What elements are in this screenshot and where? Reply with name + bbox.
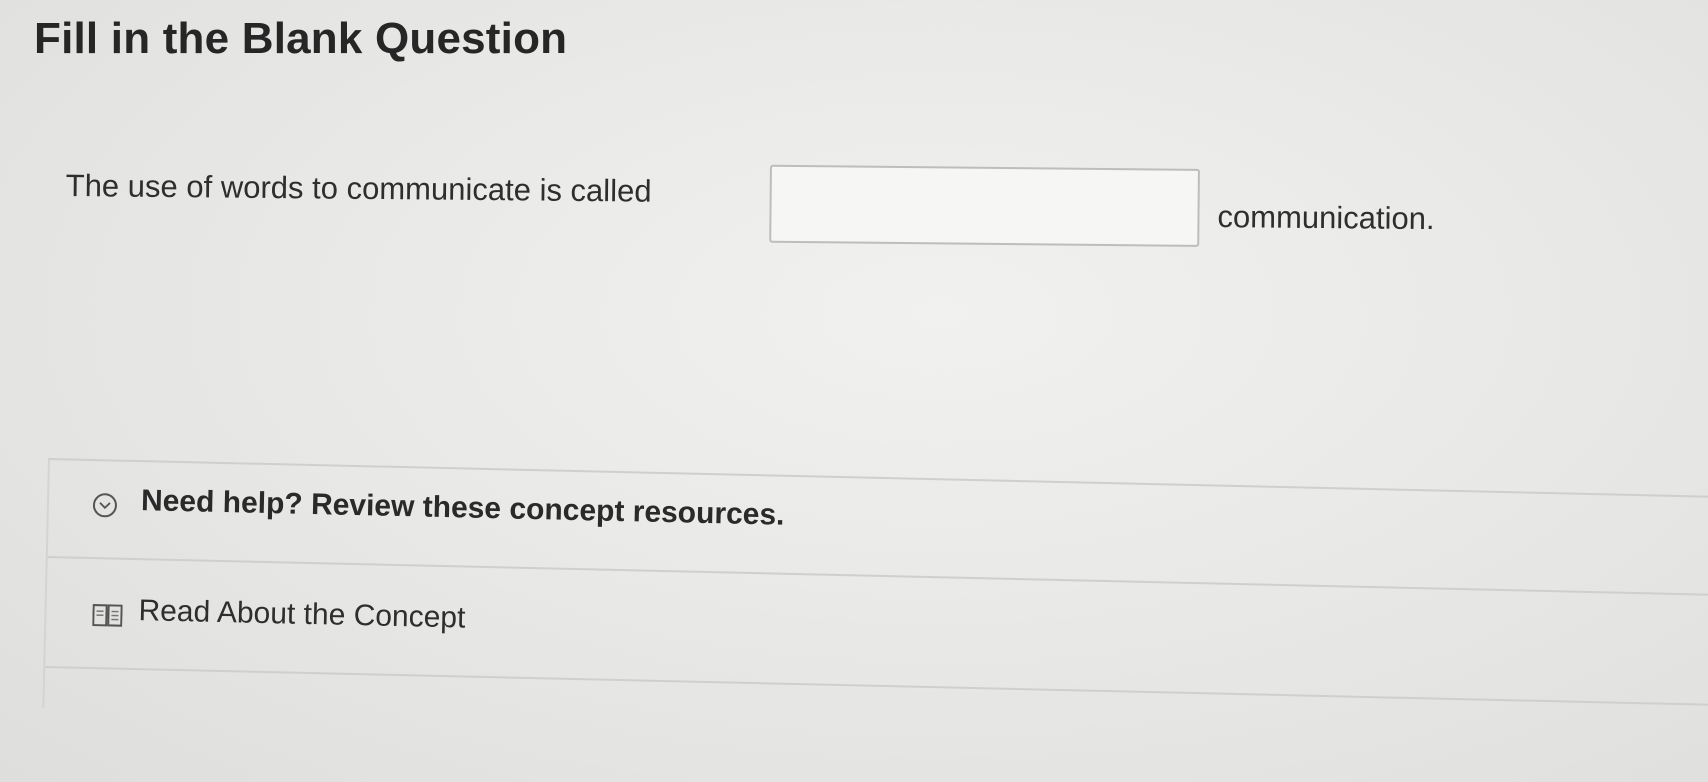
question-prefix-text: The use of words to communicate is calle… [65,167,652,209]
question-sentence: The use of words to communicate is calle… [65,158,1506,272]
answer-blank-input[interactable] [769,164,1200,247]
read-about-concept-link[interactable]: Read About the Concept [138,594,466,635]
chevron-down-icon[interactable] [92,493,118,518]
book-icon [92,603,123,628]
concept-resources-title: Need help? Review these concept resource… [140,484,785,532]
page-title: Fill in the Blank Question [34,14,568,63]
concept-resources-panel: Need help? Review these concept resource… [42,458,1708,747]
question-suffix-text: communication. [1217,199,1435,237]
